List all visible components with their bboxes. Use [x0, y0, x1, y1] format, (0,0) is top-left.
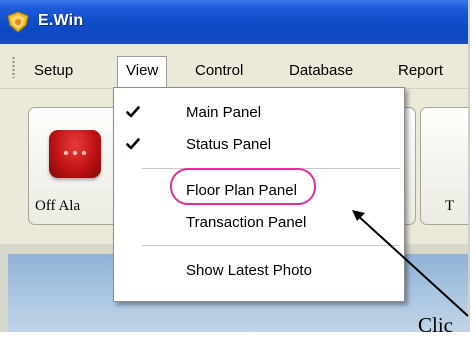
menu-item-label: Status Panel	[186, 136, 272, 153]
tile-label-t: T	[445, 198, 455, 214]
menu-view[interactable]: View	[117, 56, 168, 87]
off-alarm-label: Off Ala	[35, 198, 81, 214]
menu-setup[interactable]: Setup	[34, 62, 73, 79]
menu-item-label: Show Latest Photo	[186, 262, 312, 279]
menu-item-transaction-panel[interactable]: Transaction Panel	[114, 210, 402, 240]
menu-control[interactable]: Control	[195, 62, 243, 79]
menu-bar: Setup View Control Database Report	[0, 44, 468, 89]
callout-text: Clic	[418, 313, 453, 337]
menu-item-status-panel[interactable]: Status Panel	[114, 132, 402, 162]
menu-item-show-latest-photo[interactable]: Show Latest Photo	[114, 258, 402, 288]
menu-separator	[142, 245, 400, 246]
off-alarm-button[interactable]: Off Ala	[28, 107, 124, 225]
menu-item-main-panel[interactable]: Main Panel	[114, 100, 402, 130]
menu-item-label: Transaction Panel	[186, 214, 307, 231]
shield-logo-icon	[7, 11, 29, 33]
window-title: E.Win	[38, 12, 84, 29]
transaction-tile-button[interactable]: T	[420, 107, 468, 225]
highlight-oval	[170, 168, 316, 205]
menu-item-label: Main Panel	[186, 104, 262, 121]
title-bar[interactable]: E.Win	[0, 0, 468, 44]
checkmark-icon	[126, 138, 140, 150]
dots-icon	[63, 150, 87, 156]
menu-database[interactable]: Database	[289, 62, 353, 79]
grip-handle-icon[interactable]	[11, 56, 16, 78]
alarm-icon	[49, 130, 101, 178]
menu-report[interactable]: Report	[398, 62, 443, 79]
checkmark-icon	[126, 106, 140, 118]
